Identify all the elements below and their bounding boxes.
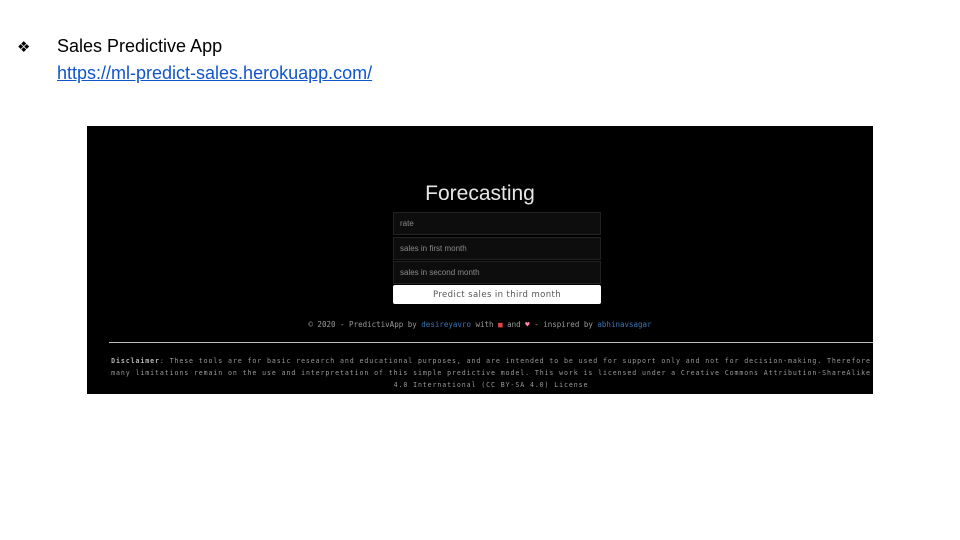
bullet-title: Sales Predictive App [57, 36, 223, 56]
heart-icon: ♥ [525, 320, 530, 329]
footer: © 2020 - PredictivApp by desireyavro wit… [87, 320, 873, 329]
app-url-link[interactable]: https://ml-predict-sales.herokuapp.com/ [57, 63, 372, 84]
copyright-text: © 2020 - PredictivApp by [308, 320, 417, 329]
coffee-icon: ■ [498, 320, 503, 329]
inspired-text: - inspired by [534, 320, 593, 329]
footer-with-text: with [475, 320, 494, 329]
rate-input[interactable] [393, 212, 601, 235]
page-title: Forecasting [425, 182, 535, 205]
predict-button[interactable]: Predict sales in third month [393, 285, 601, 304]
divider [109, 342, 873, 343]
slide: ❖ Sales Predictive App https://ml-predic… [0, 0, 960, 540]
first-month-sales-input[interactable] [393, 237, 601, 260]
disclaimer-text: : These tools are for basic research and… [111, 357, 871, 389]
inspired-author-link[interactable]: abhinavsagar [597, 320, 651, 329]
author-link[interactable]: desireyavro [421, 320, 471, 329]
app-screenshot: Forecasting Predict sales in third month… [87, 126, 873, 394]
second-month-sales-input[interactable] [393, 261, 601, 284]
four-diamond-bullet-icon: ❖ [17, 38, 31, 56]
footer-and-text: and [507, 320, 521, 329]
disclaimer-label: Disclaimer [111, 357, 160, 365]
disclaimer: Disclaimer: These tools are for basic re… [109, 355, 873, 391]
